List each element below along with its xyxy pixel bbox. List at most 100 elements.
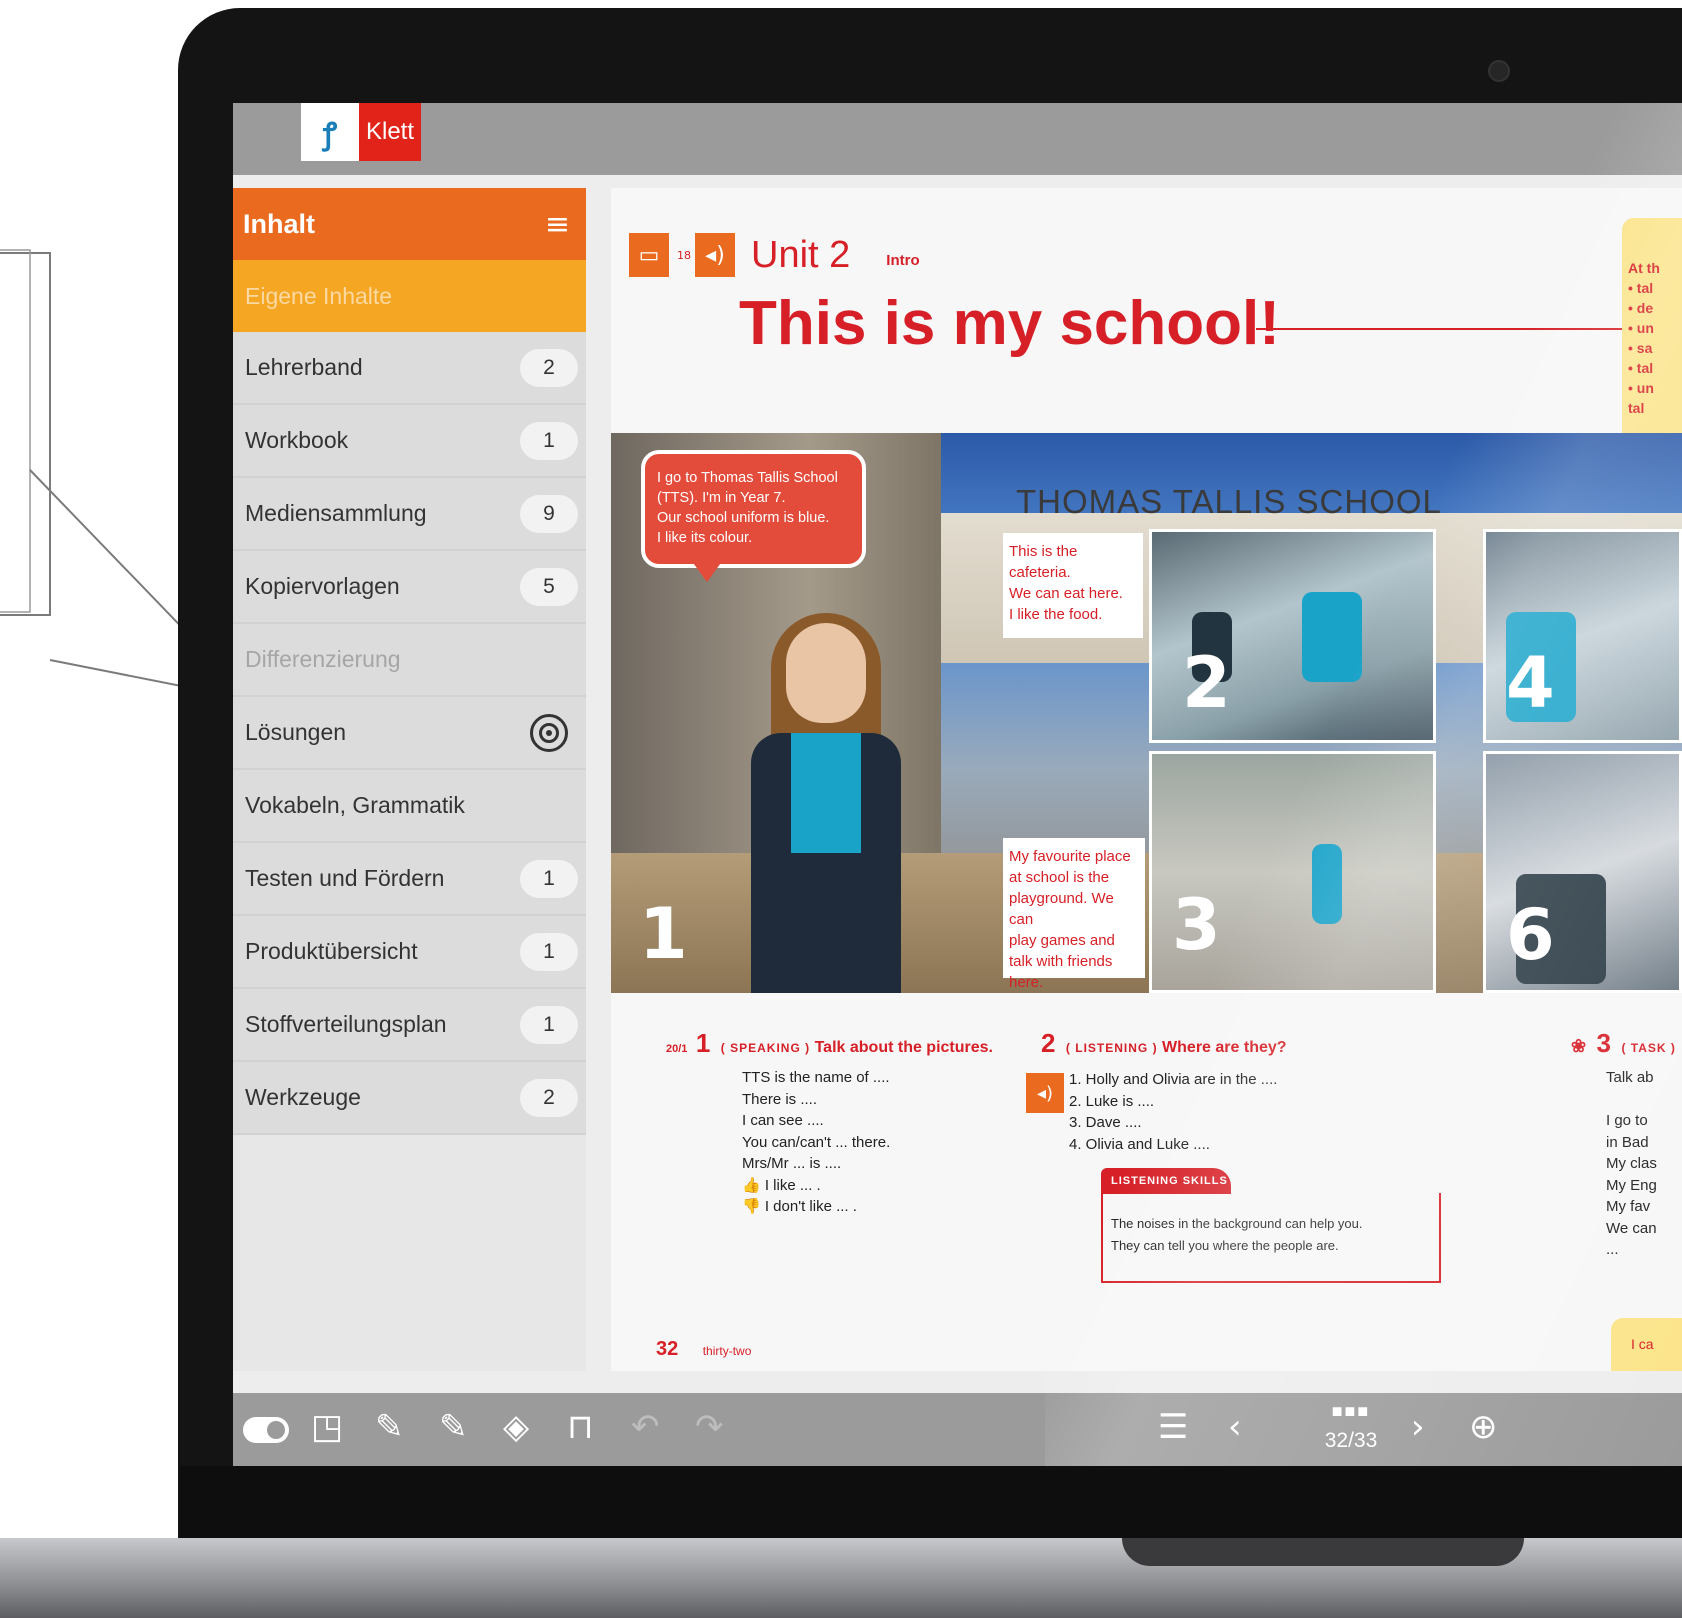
skills-line: They can tell you where the people are.: [1111, 1238, 1339, 1253]
target-icon[interactable]: [530, 713, 568, 752]
exercise-line: Mrs/Mr ... is ....: [742, 1155, 842, 1172]
exercise-line: 👎 I don't like ... .: [742, 1198, 857, 1215]
grid-icon: ■■■: [1331, 1401, 1371, 1421]
sidebar-item-produktuebersicht[interactable]: Produktübersicht 1: [233, 916, 586, 989]
sidebar-item-label: Differenzierung: [245, 646, 401, 672]
klett-logo[interactable]: ꝭ Klett: [301, 103, 421, 161]
sidebar-item-mediensammlung[interactable]: Mediensammlung 9: [233, 478, 586, 551]
note-line: This is the: [1009, 543, 1078, 560]
exercise-tag: ( TASK ): [1621, 1041, 1676, 1055]
sidebar-item-workbook[interactable]: Workbook 1: [233, 405, 586, 478]
exercise-number: 3: [1596, 1028, 1612, 1058]
exercise-lines: TTS is the name of .... There is .... I …: [742, 1067, 993, 1218]
laptop-chin: [180, 1466, 1682, 1538]
count-badge: 9: [520, 494, 578, 533]
toggle-icon[interactable]: [243, 1417, 289, 1443]
note-line: playground. We can: [1009, 890, 1114, 928]
undo-icon[interactable]: ↶: [631, 1407, 660, 1447]
goals-line: • sa: [1628, 340, 1653, 356]
count-badge: 1: [520, 859, 578, 898]
exercise-line: You can/can't ... there.: [742, 1133, 891, 1151]
prev-icon[interactable]: ‹: [1228, 1407, 1242, 1447]
next-icon[interactable]: ›: [1411, 1407, 1425, 1447]
exercise-line: in Bad: [1606, 1133, 1649, 1151]
sidebar-item-stoffverteilungsplan[interactable]: Stoffverteilungsplan 1: [233, 989, 586, 1062]
classroom-photo[interactable]: 4: [1483, 529, 1682, 743]
page-indicator[interactable]: ■■■ 32/33: [1311, 1401, 1391, 1453]
star-icon: ❀: [1571, 1036, 1587, 1056]
skills-line: The noises in the background can help yo…: [1111, 1216, 1363, 1231]
sidebar-item-differenzierung: Differenzierung: [233, 624, 586, 697]
goals-line: At th: [1628, 260, 1660, 276]
count-badge: 2: [520, 1078, 578, 1117]
video-icon[interactable]: ▭: [629, 233, 669, 277]
redo-icon[interactable]: ↷: [695, 1407, 724, 1447]
exercise-tag: ( SPEAKING ): [720, 1041, 811, 1055]
unit-header: ▭ 18 ◂) Unit 2 Intro: [629, 233, 920, 277]
exercise-line: My Eng: [1606, 1176, 1657, 1194]
exercise-line: Talk ab: [1606, 1069, 1654, 1086]
exercise-number: 2: [1041, 1028, 1056, 1058]
note-line: at school is the: [1009, 869, 1110, 886]
cafeteria-photo[interactable]: 2: [1149, 529, 1436, 743]
photo-collage[interactable]: THOMAS TALLIS SCHOOL 1 2 3 4 6 I go to T…: [611, 433, 1682, 993]
klett-logo-mark-icon: ꝭ: [301, 103, 359, 161]
exercise-2: 2 ( LISTENING ) Where are they? 1. Holly…: [1041, 1028, 1287, 1155]
exercise-3: ❀ 3 ( TASK ) Talk ab I go to in Bad My c…: [1571, 1028, 1676, 1261]
lesson-photo[interactable]: 6: [1483, 751, 1682, 993]
speech-line: I go to Thomas Tallis School: [657, 470, 838, 486]
intro-label: Intro: [886, 251, 920, 269]
speech-line: I like its colour.: [657, 530, 753, 546]
count-badge: 5: [520, 567, 578, 606]
sidebar-item-vokabeln-grammatik[interactable]: Vokabeln, Grammatik: [233, 770, 586, 843]
goals-line: tal: [1628, 400, 1645, 416]
sidebar-item-lehrerband[interactable]: Lehrerband 2: [233, 332, 586, 405]
i-can-box: I ca: [1611, 1318, 1682, 1371]
app-screen: ꝭ Klett Inhalt ≡ Eigene Inhalte Lehrerba…: [233, 103, 1682, 1466]
goals-line: • de: [1628, 300, 1654, 316]
goals-line: • tal: [1628, 280, 1654, 296]
eraser-icon[interactable]: ◈: [503, 1407, 529, 1447]
page-counter: 32/33: [1324, 1429, 1378, 1452]
exercise-line: [1606, 1089, 1676, 1111]
bottom-toolbar: ◳ ✎ ✎ ◈ ⊓ ↶ ↷ ☰ ‹ ■■■ 32/33 › ⊕: [233, 1393, 1682, 1466]
pen-icon[interactable]: ✎: [375, 1407, 404, 1447]
exercise-lines: 1. Holly and Olivia are in the .... 2. L…: [1069, 1069, 1287, 1155]
sidebar-item-eigene-inhalte[interactable]: Eigene Inhalte: [233, 260, 586, 332]
playground-photo[interactable]: 3: [1149, 751, 1436, 993]
note-line: talk with friends: [1009, 953, 1113, 970]
zoom-in-icon[interactable]: ⊕: [1469, 1407, 1498, 1447]
klett-logo-text: Klett: [359, 103, 421, 161]
sidebar-item-kopiervorlagen[interactable]: Kopiervorlagen 5: [233, 551, 586, 624]
note-line: I like the food.: [1009, 606, 1103, 623]
count-badge: 1: [520, 1005, 578, 1044]
exercise-line: There is ....: [742, 1090, 818, 1108]
exercise-heading: ❀ 3 ( TASK ): [1571, 1028, 1676, 1059]
sidebar-item-loesungen[interactable]: Lösungen: [233, 697, 586, 770]
page-number: 32: [656, 1338, 679, 1360]
sidebar-item-label: Vokabeln, Grammatik: [245, 792, 465, 818]
photo-number: 6: [1506, 894, 1555, 976]
girl-photo: [731, 613, 921, 993]
exercise-line: 3. Dave ....: [1069, 1114, 1142, 1131]
title-divider: [1256, 328, 1631, 330]
exercise-1: 20/1 1 ( SPEAKING ) Talk about the pictu…: [666, 1028, 993, 1218]
sidebar-item-label: Stoffverteilungsplan: [245, 1011, 447, 1037]
collapse-menu-icon[interactable]: ≡: [545, 207, 570, 242]
exercise-line: We can: [1606, 1219, 1657, 1237]
sidebar-header: Inhalt ≡: [233, 188, 586, 260]
list-icon[interactable]: ☰: [1158, 1407, 1188, 1447]
bookmark-icon[interactable]: ⊓: [567, 1407, 594, 1447]
sidebar-item-label: Lösungen: [245, 719, 347, 745]
page-icon[interactable]: ◳: [311, 1407, 343, 1447]
page-footer: 32 thirty-two: [656, 1338, 751, 1361]
goals-line: • tal: [1628, 360, 1654, 376]
highlighter-icon[interactable]: ✎: [439, 1407, 468, 1447]
exercise-title: Talk about the pictures.: [814, 1039, 993, 1056]
sidebar-item-label: Testen und Fördern: [245, 865, 445, 891]
sidebar-item-werkzeuge[interactable]: Werkzeuge 2: [233, 1062, 586, 1135]
audio-icon[interactable]: ◂): [695, 233, 735, 277]
speech-line: Our school uniform is blue.: [657, 510, 830, 526]
sidebar-item-testen-und-foerdern[interactable]: Testen und Fördern 1: [233, 843, 586, 916]
count-badge: 1: [520, 932, 578, 971]
